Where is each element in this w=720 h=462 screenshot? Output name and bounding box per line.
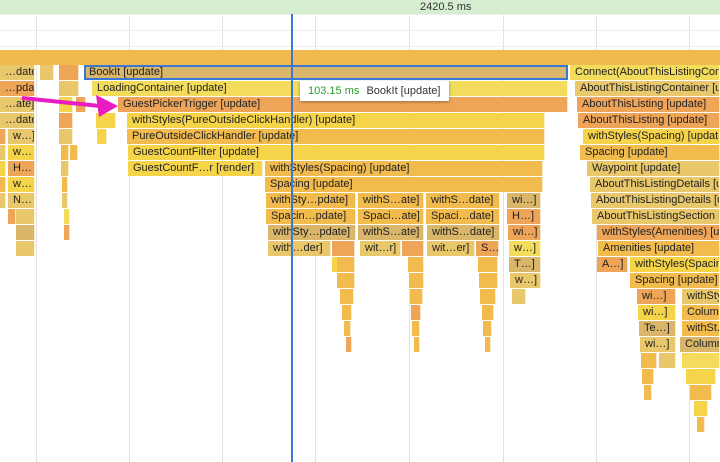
ruler-time-label: 2420.5 ms [420,1,472,13]
annotation-arrow-icon [21,95,118,117]
time-ruler: 2420.5 ms [0,0,720,14]
